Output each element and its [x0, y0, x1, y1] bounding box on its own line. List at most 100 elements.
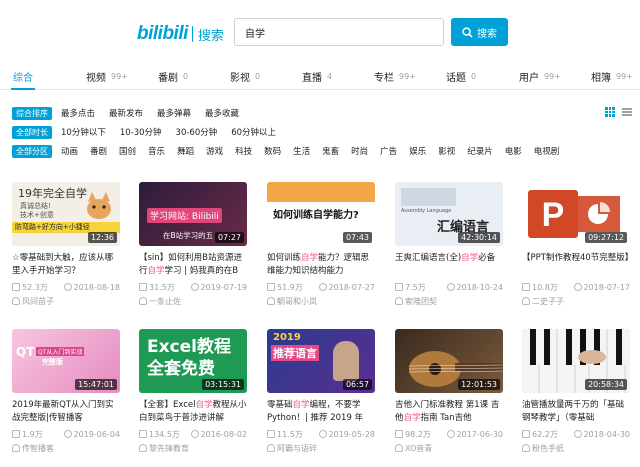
- zone-option[interactable]: 纪录片: [467, 145, 493, 157]
- video-thumbnail[interactable]: 2019 推荐语言 06:57: [267, 329, 375, 393]
- zone-option[interactable]: 时尚: [351, 145, 368, 157]
- presenter-figure: [333, 341, 359, 381]
- tab-live[interactable]: 直播 4: [302, 64, 332, 89]
- video-uploader[interactable]: 阿霸与语碎: [267, 442, 375, 454]
- duration-option[interactable]: 10-30分钟: [120, 126, 162, 138]
- zone-option[interactable]: 科技: [235, 145, 252, 157]
- zone-filter-row: 全部分区 动画 番剧 国创 音乐 舞蹈 游戏 科技 数码 生活 鬼畜 时尚 广告…: [12, 144, 559, 158]
- zone-option[interactable]: 电影: [505, 145, 522, 157]
- video-thumbnail[interactable]: 12:01:53: [395, 329, 503, 393]
- title-text: 2019年最新QT从入门到实战完整版|传智播客: [12, 400, 114, 423]
- search-button[interactable]: 搜索: [451, 18, 508, 46]
- sort-option[interactable]: 最新发布: [109, 107, 143, 119]
- tab-label: 番剧: [158, 73, 178, 84]
- video-thumbnail[interactable]: 20:58:34: [522, 329, 630, 393]
- zone-option[interactable]: 游戏: [206, 145, 223, 157]
- zone-filter-active[interactable]: 全部分区: [12, 144, 52, 158]
- zone-option[interactable]: 国创: [119, 145, 136, 157]
- zone-option[interactable]: 动画: [61, 145, 78, 157]
- video-thumbnail[interactable]: 学习网站: Bilibili 在B站学习的五 07:27: [139, 182, 247, 246]
- thumb-text: 技术+创意: [20, 211, 54, 219]
- video-uploader[interactable]: 黎先锋教育: [139, 442, 247, 454]
- zone-option[interactable]: 舞蹈: [177, 145, 194, 157]
- video-card[interactable]: 12:01:53 吉他入门标准教程 第1课 吉他自学指南 Tan吉他 98.2万…: [395, 329, 503, 454]
- video-title[interactable]: 油管播放量两千万的「基础钢琴教学」（零基础: [522, 399, 630, 425]
- view-count: 7.5万: [405, 282, 426, 292]
- video-card[interactable]: P 09:27:12 【PPT制作教程40节完整版】 10.8万 2018-07…: [522, 182, 630, 307]
- video-thumbnail[interactable]: Excel教程 全套免费 03:15:31: [139, 329, 247, 393]
- video-title[interactable]: 如何训练自学能力？逻辑思维能力知识结构能力: [267, 252, 375, 278]
- grid-view-icon[interactable]: [605, 107, 615, 117]
- tab-video[interactable]: 视频 99+: [86, 64, 128, 89]
- video-card[interactable]: 如何训练自学能力? 07:43 如何训练自学能力？逻辑思维能力知识结构能力 51…: [267, 182, 375, 307]
- uploader-name: 索隆团契: [405, 296, 437, 306]
- video-thumbnail[interactable]: 19年完全自学 真诚总结! 技术+创意 防弯路+好方向+小捷径 12:36: [12, 182, 120, 246]
- video-title[interactable]: 【sin】如何利用B站资源进行自学学习 | 妈我真的在B: [139, 252, 247, 278]
- sort-option[interactable]: 最多点击: [61, 107, 95, 119]
- video-title[interactable]: 吉他入门标准教程 第1课 吉他自学指南 Tan吉他: [395, 399, 503, 425]
- title-keyword: 自学: [292, 400, 310, 410]
- cat-illustration-icon: [87, 192, 111, 219]
- bilibili-logo[interactable]: bilibili 搜索: [137, 22, 224, 46]
- tab-all[interactable]: 综合: [11, 64, 35, 90]
- zone-option[interactable]: 娱乐: [409, 145, 426, 157]
- video-thumbnail[interactable]: P 09:27:12: [522, 182, 630, 246]
- video-uploader[interactable]: 二史子子: [522, 295, 630, 307]
- tab-bangumi[interactable]: 番剧 0: [158, 64, 188, 89]
- video-thumbnail[interactable]: 如何训练自学能力? 07:43: [267, 182, 375, 246]
- sort-option[interactable]: 最多收藏: [205, 107, 239, 119]
- tab-album[interactable]: 相簿 99+: [591, 64, 633, 89]
- list-view-icon[interactable]: [622, 107, 632, 117]
- tab-count: 99+: [544, 72, 561, 81]
- video-title[interactable]: ☆零基础到大触，应该从哪里入手开始学习？: [12, 252, 120, 278]
- video-uploader[interactable]: 鲷哥和小岚: [267, 295, 375, 307]
- video-uploader[interactable]: 粉色手纸: [522, 442, 630, 454]
- video-uploader[interactable]: 传智播客: [12, 442, 120, 454]
- view-count: 51.9万: [277, 282, 303, 292]
- video-stats: 52.3万 2018-08-18: [12, 281, 120, 293]
- zone-option[interactable]: 生活: [293, 145, 310, 157]
- tab-film[interactable]: 影视 0: [230, 64, 260, 89]
- play-count-icon: [395, 430, 403, 438]
- duration-filter-active[interactable]: 全部时长: [12, 125, 52, 139]
- zone-option[interactable]: 广告: [380, 145, 397, 157]
- tab-topic[interactable]: 话题 0: [446, 64, 476, 89]
- sort-filter-active[interactable]: 综合排序: [12, 106, 52, 120]
- duration-option[interactable]: 30-60分钟: [176, 126, 218, 138]
- duration-option[interactable]: 60分钟以上: [231, 126, 276, 138]
- zone-option[interactable]: 番剧: [90, 145, 107, 157]
- tab-label: 专栏: [374, 73, 394, 84]
- tab-user[interactable]: 用户 99+: [519, 64, 561, 89]
- search-input[interactable]: [234, 18, 444, 46]
- video-title[interactable]: 【PPT制作教程40节完整版】: [522, 252, 630, 278]
- video-title[interactable]: 零基础自学编程，不要学Python！| 推荐 2019 年: [267, 399, 375, 425]
- video-title[interactable]: 2019年最新QT从入门到实战完整版|传智播客: [12, 399, 120, 425]
- thumb-text: Assembly Language: [401, 208, 452, 214]
- video-stats: 10.8万 2018-07-17: [522, 281, 630, 293]
- video-uploader[interactable]: 一条止佐: [139, 295, 247, 307]
- video-thumbnail[interactable]: Assembly Language 汇编语言 42:30:14: [395, 182, 503, 246]
- video-uploader[interactable]: 风间苗子: [12, 295, 120, 307]
- video-card[interactable]: Excel教程 全套免费 03:15:31 【全套】Excel自学教程从小白到菜…: [139, 329, 247, 454]
- video-uploader[interactable]: XO音青: [395, 442, 503, 454]
- tab-article[interactable]: 专栏 99+: [374, 64, 416, 89]
- video-thumbnail[interactable]: QT QT从入门到实战 完整版 15:47:01: [12, 329, 120, 393]
- video-title[interactable]: 【全套】Excel自学教程从小白到菜鸟于普涉进讲解: [139, 399, 247, 425]
- video-card[interactable]: 19年完全自学 真诚总结! 技术+创意 防弯路+好方向+小捷径 12:36 ☆零…: [12, 182, 120, 307]
- duration-option[interactable]: 10分钟以下: [61, 126, 106, 138]
- zone-option[interactable]: 电视剧: [534, 145, 560, 157]
- video-card[interactable]: 学习网站: Bilibili 在B站学习的五 07:27 【sin】如何利用B站…: [139, 182, 247, 307]
- sort-option[interactable]: 最多弹幕: [157, 107, 191, 119]
- zone-option[interactable]: 鬼畜: [322, 145, 339, 157]
- clock-icon: [63, 430, 72, 438]
- tab-label: 话题: [446, 73, 466, 84]
- zone-option[interactable]: 音乐: [148, 145, 165, 157]
- zone-option[interactable]: 影视: [438, 145, 455, 157]
- video-card[interactable]: QT QT从入门到实战 完整版 15:47:01 2019年最新QT从入门到实战…: [12, 329, 120, 454]
- video-uploader[interactable]: 索隆团契: [395, 295, 503, 307]
- video-card[interactable]: 20:58:34 油管播放量两千万的「基础钢琴教学」（零基础 62.2万 201…: [522, 329, 630, 454]
- zone-option[interactable]: 数码: [264, 145, 281, 157]
- video-card[interactable]: 2019 推荐语言 06:57 零基础自学编程，不要学Python！| 推荐 2…: [267, 329, 375, 454]
- video-card[interactable]: Assembly Language 汇编语言 42:30:14 王爽汇编语言(全…: [395, 182, 503, 307]
- video-title[interactable]: 王爽汇编语言(全)自学必备: [395, 252, 503, 278]
